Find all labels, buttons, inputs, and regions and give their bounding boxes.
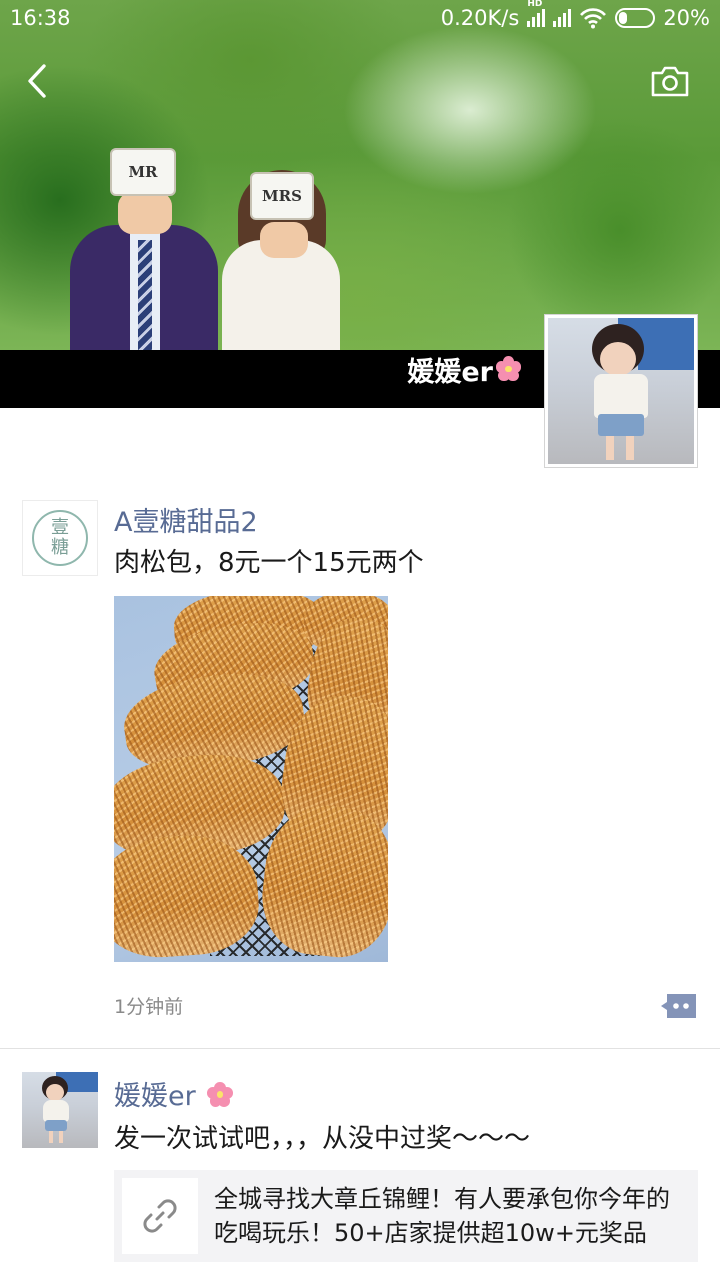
link-title: 全城寻找大章丘锦鲤！有人要承包你今年的吃喝玩乐！50+店家提供超10w+元奖品 [214, 1185, 670, 1247]
status-bar: 16:38 0.20K/s HD 20% [0, 0, 720, 38]
signal-hd-icon: HD [527, 0, 546, 27]
camera-button[interactable] [650, 64, 690, 98]
network-speed: 0.20K/s [440, 6, 520, 30]
comment-button[interactable] [660, 992, 698, 1020]
cover-photo[interactable]: MR MRS [0, 0, 720, 350]
cover-username-text: 媛媛er [407, 356, 493, 388]
wifi-icon [580, 8, 607, 29]
battery-icon [615, 8, 656, 28]
post-author-avatar[interactable]: 壹 糖 [22, 500, 98, 576]
couple-figure: MR MRS [70, 130, 350, 350]
post-author-avatar[interactable] [22, 1072, 98, 1148]
status-time: 16:38 [10, 6, 71, 30]
cherry-blossom-icon [495, 356, 522, 383]
post-image[interactable] [114, 596, 388, 962]
back-chevron-icon [28, 64, 46, 98]
comment-dots-icon [661, 994, 696, 1018]
brand-logo: 壹 糖 [32, 510, 88, 566]
signal-icon [553, 9, 572, 27]
link-thumbnail [122, 1178, 198, 1254]
back-button[interactable] [18, 58, 58, 104]
post-author-name[interactable]: 媛媛er [114, 1074, 233, 1113]
post-author-name[interactable]: A壹糖甜品2 [114, 500, 258, 539]
cherry-blossom-icon [206, 1081, 233, 1108]
post-text: 发一次试试吧，，，从没中过奖～～～ [114, 1124, 531, 1154]
cover-username[interactable]: 媛媛er [407, 351, 522, 388]
post-author-name-text: 媛媛er [114, 1081, 196, 1112]
mr-sign: MR [110, 148, 176, 196]
post-timestamp: 1分钟前 [114, 996, 184, 1018]
camera-icon [651, 66, 689, 97]
shared-link-card[interactable]: 全城寻找大章丘锦鲤！有人要承包你今年的吃喝玩乐！50+店家提供超10w+元奖品 [114, 1170, 698, 1262]
mrs-sign: MRS [250, 172, 314, 220]
battery-level: 20% [663, 6, 710, 30]
post-text: 肉松包，8元一个15元两个 [114, 548, 424, 578]
link-icon [143, 1199, 177, 1233]
own-avatar[interactable] [544, 314, 698, 468]
post-divider [0, 1048, 720, 1049]
